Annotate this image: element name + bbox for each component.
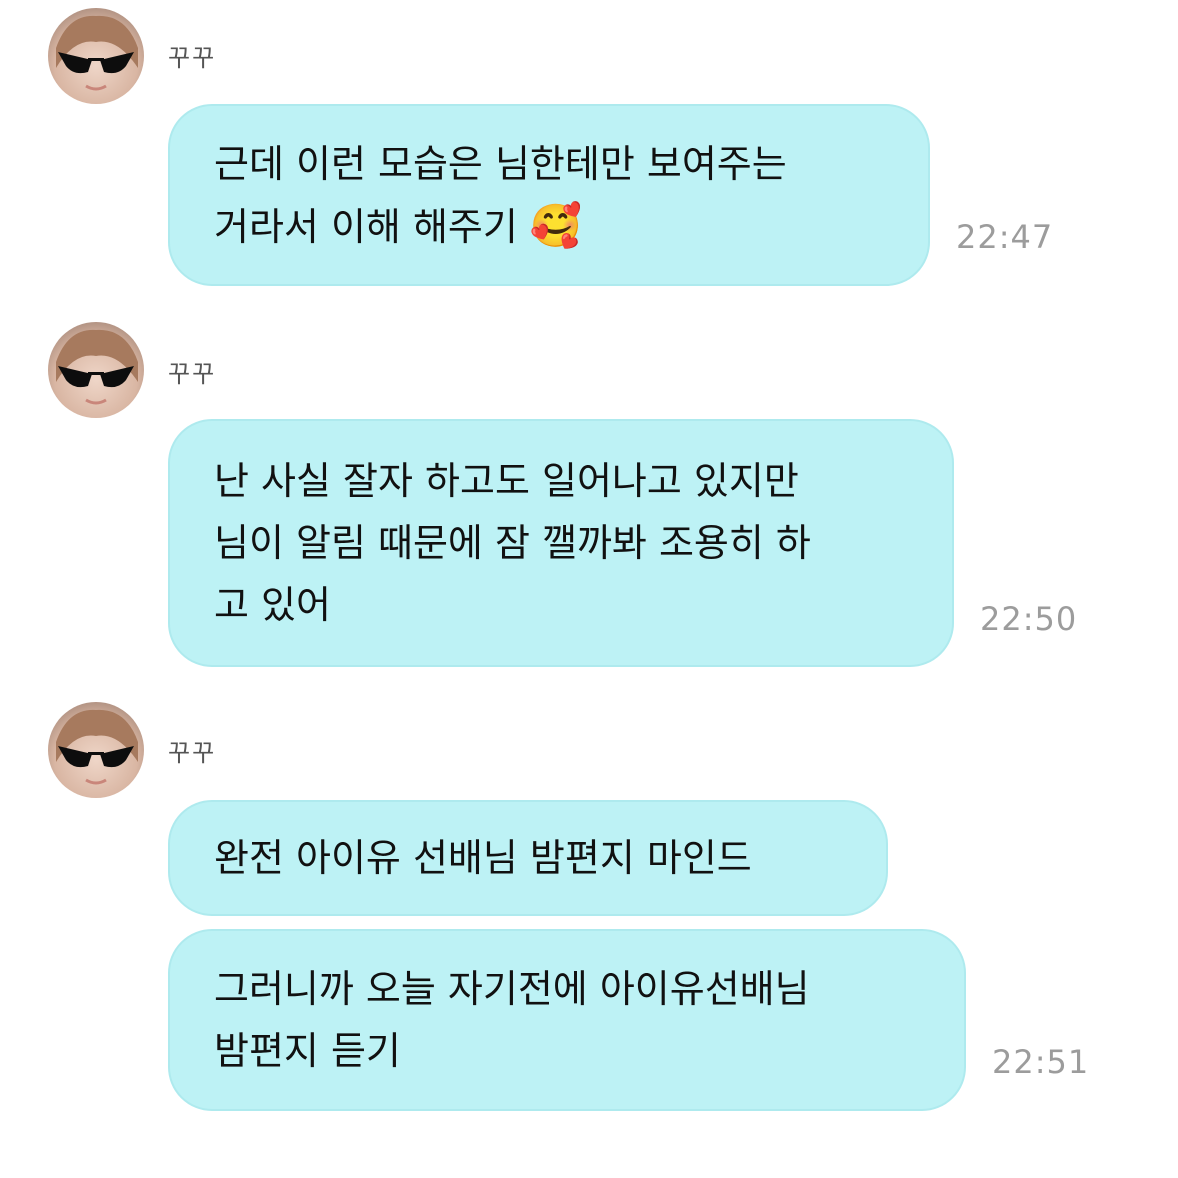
message-timestamp: 22:51 — [992, 1043, 1090, 1081]
avatar[interactable] — [48, 8, 144, 104]
message-text-body: 근데 이런 모습은 님한테만 보여주는 거라서 이해 해주기 — [214, 141, 787, 249]
message-text: 근데 이런 모습은 님한테만 보여주는 거라서 이해 해주기 🥰 — [214, 133, 787, 258]
avatar-sunglasses-icon — [56, 709, 138, 785]
message-bubble[interactable]: 근데 이런 모습은 님한테만 보여주는 거라서 이해 해주기 🥰 — [168, 104, 930, 286]
chat-log: 꾸꾸 근데 이런 모습은 님한테만 보여주는 거라서 이해 해주기 🥰 22:4… — [0, 0, 1178, 1178]
message-text: 그러니까 오늘 자기전에 아이유선배님 밤편지 듣기 — [214, 967, 810, 1073]
message-timestamp: 22:50 — [980, 600, 1078, 638]
smiling-hearts-emoji: 🥰 — [529, 200, 583, 250]
message-bubble[interactable]: 완전 아이유 선배님 밤편지 마인드 — [168, 800, 888, 916]
avatar-sunglasses-icon — [56, 329, 138, 405]
sender-name: 꾸꾸 — [168, 360, 217, 388]
sender-name: 꾸꾸 — [168, 739, 217, 767]
avatar[interactable] — [48, 322, 144, 418]
avatar[interactable] — [48, 702, 144, 798]
message-bubble[interactable]: 난 사실 잘자 하고도 일어나고 있지만 님이 알림 때문에 잠 깰까봐 조용히… — [168, 419, 954, 667]
avatar-sunglasses-icon — [56, 15, 138, 91]
message-text: 난 사실 잘자 하고도 일어나고 있지만 님이 알림 때문에 잠 깰까봐 조용히… — [214, 459, 811, 627]
message-timestamp: 22:47 — [956, 218, 1054, 256]
sender-name: 꾸꾸 — [168, 44, 217, 72]
message-bubble[interactable]: 그러니까 오늘 자기전에 아이유선배님 밤편지 듣기 — [168, 929, 966, 1111]
message-text: 완전 아이유 선배님 밤편지 마인드 — [214, 836, 752, 880]
